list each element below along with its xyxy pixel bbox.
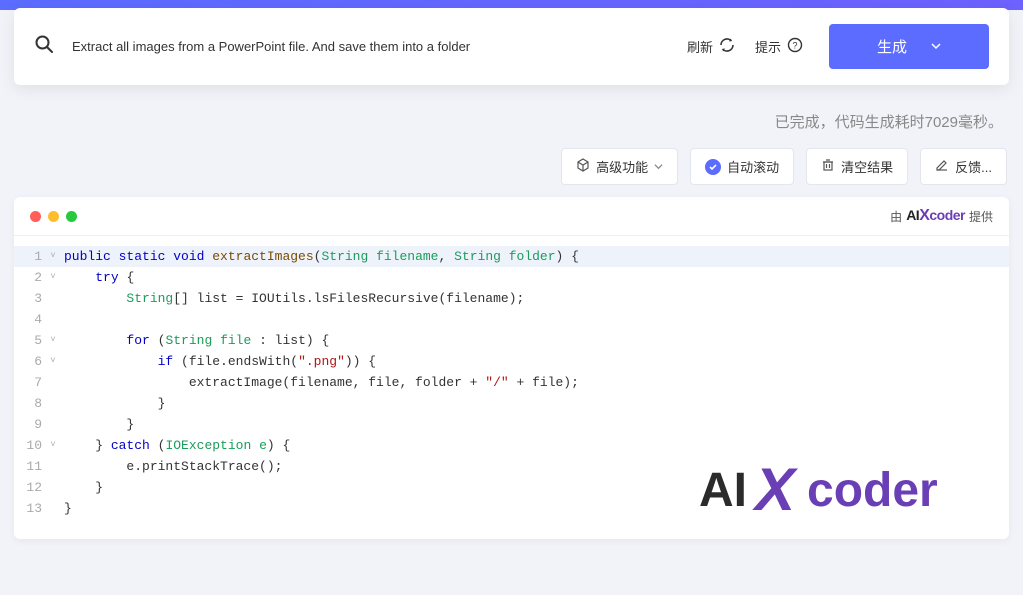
traffic-lights [30,211,77,222]
code-line[interactable]: 7 extractImage(filename, file, folder + … [14,372,1009,393]
line-number: 13 [14,498,46,519]
fold-toggle[interactable]: ˅ [46,267,60,288]
clear-button[interactable]: 清空结果 [806,148,908,185]
line-number: 10 [14,435,46,456]
line-number: 9 [14,414,46,435]
fold-toggle [46,393,60,414]
fold-toggle [46,477,60,498]
code-content: } catch (IOException e) { [60,435,290,456]
line-number: 1 [14,246,46,267]
code-content: } [60,393,165,414]
line-number: 8 [14,393,46,414]
chevron-down-icon [931,38,941,55]
code-content: e.printStackTrace(); [60,456,282,477]
code-line[interactable]: 10˅ } catch (IOException e) { [14,435,1009,456]
status-text: 已完成，代码生成耗时7029毫秒。 [0,87,1023,140]
provider-credit: 由 AIXcoder 提供 [890,207,993,225]
edit-icon [935,158,949,175]
advanced-label: 高级功能 [596,157,648,176]
code-line[interactable]: 4 [14,309,1009,330]
code-content: } [60,414,134,435]
fold-toggle[interactable]: ˅ [46,246,60,267]
code-line[interactable]: 5˅ for (String file : list) { [14,330,1009,351]
hint-label: 提示 [755,37,781,56]
line-number: 12 [14,477,46,498]
cube-icon [576,158,590,175]
prompt-input[interactable] [72,39,681,54]
code-content: } [60,498,72,519]
code-line[interactable]: 9 } [14,414,1009,435]
search-bar: 刷新 提示 ? 生成 [14,8,1009,85]
code-line[interactable]: 13} [14,498,1009,519]
clear-label: 清空结果 [841,157,893,176]
line-number: 5 [14,330,46,351]
search-icon [34,34,54,59]
provider-by: 由 [890,208,902,225]
traffic-red-icon [30,211,41,222]
code-line[interactable]: 11 e.printStackTrace(); [14,456,1009,477]
fold-toggle [46,288,60,309]
code-content: extractImage(filename, file, folder + "/… [60,372,579,393]
code-header: 由 AIXcoder 提供 [14,197,1009,236]
fold-toggle[interactable]: ˅ [46,330,60,351]
code-content: try { [60,267,134,288]
code-content: public static void extractImages(String … [60,246,579,267]
line-number: 2 [14,267,46,288]
fold-toggle [46,498,60,519]
line-number: 11 [14,456,46,477]
refresh-button[interactable]: 刷新 [681,33,741,60]
autoscroll-button[interactable]: 自动滚动 [690,148,794,185]
code-line[interactable]: 2˅ try { [14,267,1009,288]
check-circle-icon [705,159,721,175]
code-content: for (String file : list) { [60,330,329,351]
fold-toggle [46,456,60,477]
question-icon: ? [787,37,803,56]
code-line[interactable]: 3 String[] list = IOUtils.lsFilesRecursi… [14,288,1009,309]
chevron-down-icon [654,159,663,174]
refresh-label: 刷新 [687,37,713,56]
code-content: String[] list = IOUtils.lsFilesRecursive… [60,288,524,309]
fold-toggle[interactable]: ˅ [46,351,60,372]
line-number: 6 [14,351,46,372]
refresh-icon [719,37,735,56]
feedback-label: 反馈... [955,157,992,176]
code-content [60,309,64,330]
code-line[interactable]: 12 } [14,477,1009,498]
feedback-button[interactable]: 反馈... [920,148,1007,185]
hint-button[interactable]: 提示 ? [749,33,809,60]
trash-icon [821,158,835,175]
code-line[interactable]: 8 } [14,393,1009,414]
code-line[interactable]: 6˅ if (file.endsWith(".png")) { [14,351,1009,372]
toolbar: 高级功能 自动滚动 清空结果 反馈... [0,140,1023,197]
code-panel: 由 AIXcoder 提供 1˅public static void extra… [14,197,1009,539]
fold-toggle [46,309,60,330]
code-body[interactable]: 1˅public static void extractImages(Strin… [14,236,1009,539]
code-content: } [60,477,103,498]
fold-toggle[interactable]: ˅ [46,435,60,456]
fold-toggle [46,372,60,393]
fold-toggle [46,414,60,435]
line-number: 3 [14,288,46,309]
line-number: 4 [14,309,46,330]
advanced-button[interactable]: 高级功能 [561,148,678,185]
autoscroll-label: 自动滚动 [727,157,779,176]
traffic-yellow-icon [48,211,59,222]
svg-text:?: ? [792,41,797,51]
provider-suffix: 提供 [969,208,993,225]
generate-button[interactable]: 生成 [829,24,989,69]
line-number: 7 [14,372,46,393]
generate-label: 生成 [877,36,907,57]
traffic-green-icon [66,211,77,222]
brand-logo-small: AIXcoder [906,207,965,225]
code-line[interactable]: 1˅public static void extractImages(Strin… [14,246,1009,267]
code-content: if (file.endsWith(".png")) { [60,351,376,372]
